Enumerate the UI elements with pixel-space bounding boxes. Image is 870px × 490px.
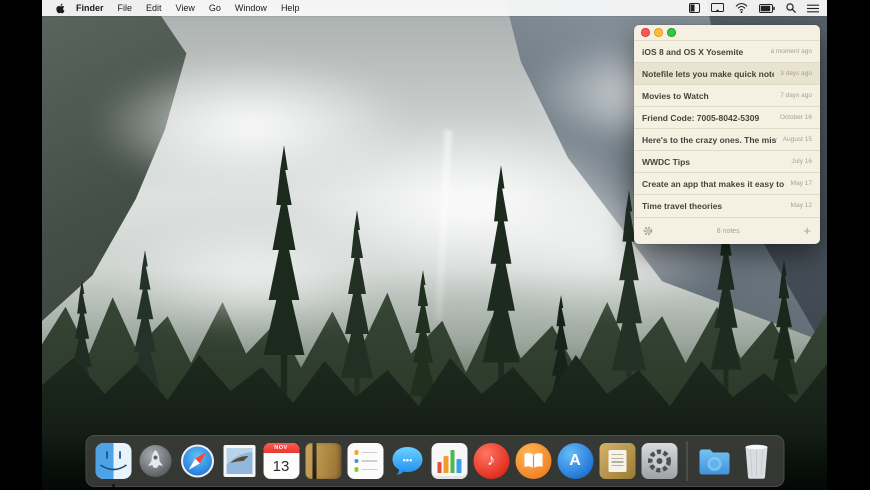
note-row[interactable]: Time travel theories May 12 bbox=[634, 194, 820, 216]
zoom-button[interactable] bbox=[667, 28, 676, 37]
close-button[interactable] bbox=[641, 28, 650, 37]
minimize-button[interactable] bbox=[654, 28, 663, 37]
dock-item-safari[interactable] bbox=[179, 443, 215, 479]
note-date: August 15 bbox=[782, 136, 812, 143]
display-mirroring-icon[interactable] bbox=[711, 3, 724, 13]
menu-items: Finder File Edit View Go Window Help bbox=[76, 3, 299, 13]
calendar-day-label: 13 bbox=[272, 457, 290, 475]
note-row[interactable]: Movies to Watch 7 days ago bbox=[634, 84, 820, 106]
note-title: iOS 8 and OS X Yosemite bbox=[642, 46, 744, 57]
note-title: Friend Code: 7005-8042-5309 bbox=[642, 112, 760, 123]
note-date: 3 days ago bbox=[780, 70, 812, 77]
dock-item-reminders[interactable] bbox=[347, 443, 383, 479]
numbers-bar bbox=[456, 459, 461, 473]
dock-item-ibooks[interactable] bbox=[515, 443, 551, 479]
note-row-selected[interactable]: Notefile lets you make quick notes and s… bbox=[634, 62, 820, 84]
calendar-month-label: NOV bbox=[263, 443, 299, 453]
note-title: Movies to Watch bbox=[642, 90, 709, 101]
desktop: Finder File Edit View Go Window Help iOS… bbox=[42, 0, 827, 490]
note-date: May 12 bbox=[790, 202, 812, 209]
note-date: October 16 bbox=[779, 114, 812, 121]
battery-icon[interactable] bbox=[759, 3, 775, 13]
dock-item-itunes[interactable]: ♪ bbox=[473, 443, 509, 479]
note-row[interactable]: Create an app that makes it easy to crea… bbox=[634, 172, 820, 194]
menu-item-edit[interactable]: Edit bbox=[146, 3, 162, 13]
notification-center-icon[interactable] bbox=[807, 4, 819, 13]
dock-item-app-store[interactable]: A bbox=[557, 443, 593, 479]
notefile-page bbox=[608, 450, 626, 472]
notes-count-label: 8 notes bbox=[716, 227, 740, 235]
dock-item-trash[interactable] bbox=[741, 443, 771, 479]
dock-item-launchpad[interactable] bbox=[137, 443, 173, 479]
dock-item-notefile[interactable] bbox=[599, 443, 635, 479]
note-date: May 17 bbox=[790, 180, 812, 187]
note-row[interactable]: WWDC Tips July 16 bbox=[634, 150, 820, 172]
menu-item-help[interactable]: Help bbox=[281, 3, 300, 13]
note-title: WWDC Tips bbox=[642, 156, 691, 167]
dock-item-numbers[interactable] bbox=[431, 443, 467, 479]
note-row[interactable]: Friend Code: 7005-8042-5309 October 16 bbox=[634, 106, 820, 128]
notes-footer: 8 notes + bbox=[634, 217, 820, 244]
reminders-row bbox=[354, 450, 383, 455]
music-note-glyph: ♪ bbox=[487, 452, 495, 469]
menu-item-view[interactable]: View bbox=[176, 3, 195, 13]
note-title: Notefile lets you make quick notes and s… bbox=[642, 68, 774, 79]
menu-item-finder[interactable]: Finder bbox=[76, 3, 104, 13]
wifi-icon[interactable] bbox=[735, 3, 748, 13]
note-title: Here's to the crazy ones. The misfits. T… bbox=[642, 134, 777, 145]
numbers-bar bbox=[450, 450, 455, 473]
panel-toggle-icon[interactable] bbox=[689, 3, 700, 13]
note-date: July 16 bbox=[791, 158, 812, 165]
reminders-row bbox=[354, 458, 383, 464]
menu-bar: Finder File Edit View Go Window Help bbox=[42, 0, 827, 16]
dock-item-messages[interactable]: ••• bbox=[389, 443, 425, 479]
numbers-bar bbox=[437, 462, 442, 473]
note-title: Time travel theories bbox=[642, 200, 723, 211]
dock-item-downloads-folder[interactable] bbox=[696, 443, 732, 479]
menu-item-file[interactable]: File bbox=[118, 3, 133, 13]
apple-menu-icon[interactable] bbox=[56, 3, 66, 14]
note-date: a moment ago bbox=[770, 48, 812, 55]
menu-item-go[interactable]: Go bbox=[209, 3, 221, 13]
notefile-window: iOS 8 and OS X Yosemite a moment ago Not… bbox=[634, 25, 820, 244]
dock-item-mail[interactable] bbox=[221, 443, 257, 479]
dock: NOV 13 ••• ♪ A bbox=[85, 435, 784, 487]
appstore-letter-glyph: A bbox=[569, 452, 581, 469]
spotlight-icon[interactable] bbox=[786, 3, 796, 13]
messages-dots: ••• bbox=[402, 456, 411, 466]
dock-item-finder[interactable] bbox=[95, 443, 131, 479]
numbers-bar bbox=[443, 456, 448, 473]
note-row[interactable]: iOS 8 and OS X Yosemite a moment ago bbox=[634, 40, 820, 62]
dock-item-system-preferences[interactable] bbox=[641, 443, 677, 479]
note-row[interactable]: Here's to the crazy ones. The misfits. T… bbox=[634, 128, 820, 150]
dock-item-contacts[interactable] bbox=[305, 443, 341, 479]
dock-divider bbox=[686, 441, 687, 481]
note-date: 7 days ago bbox=[780, 92, 812, 99]
window-titlebar[interactable] bbox=[634, 25, 820, 40]
dock-item-calendar[interactable]: NOV 13 bbox=[263, 443, 299, 479]
note-title: Create an app that makes it easy to crea… bbox=[642, 178, 785, 189]
add-note-button[interactable]: + bbox=[803, 224, 811, 237]
settings-gear-icon[interactable] bbox=[643, 226, 653, 236]
menu-bar-status-icons bbox=[689, 3, 819, 13]
reminders-row bbox=[354, 467, 383, 472]
note-list: iOS 8 and OS X Yosemite a moment ago Not… bbox=[634, 40, 820, 217]
menu-item-window[interactable]: Window bbox=[235, 3, 267, 13]
